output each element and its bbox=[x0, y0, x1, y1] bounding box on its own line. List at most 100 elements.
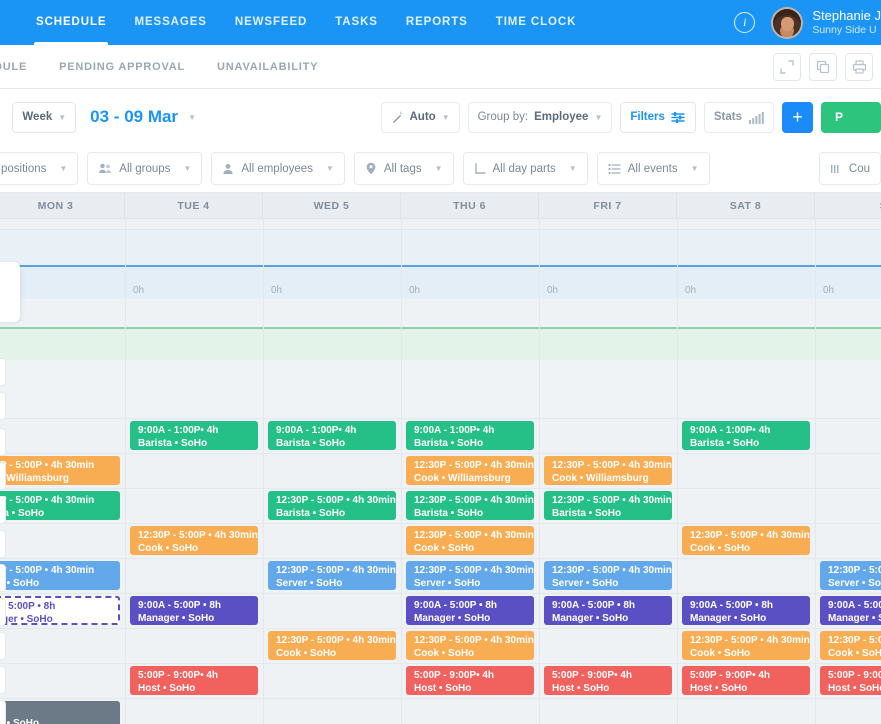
shift-card[interactable]: 12:30P - 5:00P • 4h 30min Server • SoHo bbox=[406, 561, 534, 590]
shift-card[interactable]: 12:30P - 5:00P • 4h 30min Barista • SoHo bbox=[544, 491, 672, 520]
user-org: Sunny Side U bbox=[812, 23, 877, 36]
avatar[interactable] bbox=[771, 6, 804, 39]
stats-button[interactable]: Stats bbox=[703, 101, 774, 133]
shift-card[interactable]: 12:30P - 5:00P • 4h 30min Server • SoHo bbox=[544, 561, 672, 590]
shift-time: P - 5:00P • 4h 30min bbox=[0, 460, 95, 471]
shift-time: 12:30P - 5:00P • 4h 30min bbox=[552, 460, 672, 471]
shift-time: 12:30P - 5:00P bbox=[828, 635, 881, 646]
shift-card[interactable]: 12:30P - 5:00P • 4h 30min Barista • SoHo bbox=[268, 491, 396, 520]
shift-card[interactable]: 5:00P - 9:00P• 4h Host • SoHo bbox=[130, 666, 258, 695]
shift-card[interactable]: 12:30P - 5:00P • 4h 30min Cook • SoHo bbox=[406, 526, 534, 555]
overlay-strip bbox=[0, 632, 6, 660]
person-icon bbox=[222, 163, 234, 175]
shift-card[interactable]: 12:30P - 5:00P • 4h 30min Cook • Williams… bbox=[544, 456, 672, 485]
filter-all-day-parts[interactable]: All day parts ▼ bbox=[462, 152, 588, 185]
user-info[interactable]: Stephanie J Sunny Side U bbox=[812, 8, 881, 36]
group-by-select[interactable]: Group by: Employee ▼ bbox=[467, 101, 613, 133]
day-header-5[interactable]: SAT 8 bbox=[677, 193, 815, 219]
shift-card[interactable]: 12:30P - 5:00P • 4h 30min Server • SoHo bbox=[268, 561, 396, 590]
shift-card[interactable]: P - 5:00P • 4h 30min • Williamsburg bbox=[0, 456, 120, 485]
shift-card[interactable]: 12:30P - 5:00P • 4h 30min Cook • SoHo bbox=[406, 631, 534, 660]
shift-card[interactable]: 12:30P - 5:00P • 4h 30min Cook • SoHo bbox=[268, 631, 396, 660]
row-divider bbox=[0, 698, 881, 699]
view-select[interactable]: Week ▼ bbox=[12, 101, 77, 133]
date-range[interactable]: 03 - 09 Mar bbox=[90, 107, 178, 127]
info-icon[interactable]: i bbox=[734, 12, 756, 33]
count-toggle-button[interactable]: Cou bbox=[818, 152, 881, 185]
row-divider bbox=[0, 523, 881, 524]
shift-role: Manager • SoHo bbox=[552, 613, 629, 624]
sub-nav-tab-1[interactable]: PENDING APPROVAL bbox=[43, 61, 201, 73]
shift-card[interactable]: 9:00A - 5:00P • 8h Manager • SoHo bbox=[544, 596, 672, 625]
magic-wand-icon bbox=[392, 111, 402, 123]
shift-card[interactable]: 9:00A - 5:00P • 8h Manager • SoHo bbox=[130, 596, 258, 625]
top-nav-tab-schedule[interactable]: SCHEDULE bbox=[22, 0, 120, 45]
shift-time: 12:30P - 5:00P bbox=[828, 565, 881, 576]
shift-card[interactable]: 12:30P - 5:00P • 4h 30min Cook • SoHo bbox=[682, 631, 810, 660]
shift-card[interactable]: 9:00A - 1:00P• 4h Barista • SoHo bbox=[268, 421, 396, 450]
shift-time: 9:00A - 5:00P • 8h bbox=[138, 600, 221, 611]
shift-card[interactable]: yr • SoHo bbox=[0, 701, 120, 724]
shift-card[interactable]: P - 5:00P • 4h 30min r • SoHo bbox=[0, 561, 120, 590]
day-header-3[interactable]: THU 6 bbox=[401, 193, 539, 219]
filter-bar-right: Cou bbox=[818, 152, 881, 185]
day-header-4[interactable]: FRI 7 bbox=[539, 193, 677, 219]
filter-all-positions[interactable]: All positions ▼ bbox=[0, 152, 79, 185]
sub-nav-tab-0[interactable]: DULE bbox=[0, 61, 43, 73]
filter-all-employees[interactable]: All employees ▼ bbox=[211, 152, 345, 185]
shift-card[interactable]: 9:00A - 1:00P• 4h Barista • SoHo bbox=[682, 421, 810, 450]
shift-card[interactable]: 9:00A - 1:00P• 4h Barista • SoHo bbox=[406, 421, 534, 450]
shift-time: 9:00A - 5:00P • 8h bbox=[414, 600, 497, 611]
day-hours-total: 0h bbox=[271, 285, 283, 296]
shift-card[interactable]: 12:30P - 5:00P • 4h 30min Cook • SoHo bbox=[682, 526, 810, 555]
filter-all-groups[interactable]: All groups ▼ bbox=[87, 152, 203, 185]
date-range-chevron-icon[interactable]: ▼ bbox=[188, 113, 196, 122]
people-icon bbox=[98, 163, 112, 174]
publish-button[interactable]: P bbox=[821, 101, 881, 133]
shift-card[interactable]: 5:00P - 9:00P• 4h Host • SoHo bbox=[682, 666, 810, 695]
filter-label: All positions bbox=[0, 162, 47, 175]
shift-card[interactable]: 5:00P - 9:00P• Host • SoHo bbox=[820, 666, 881, 695]
shift-card[interactable]: 9:00A - 5:00P • Manager • So bbox=[820, 596, 881, 625]
fullscreen-icon[interactable] bbox=[773, 52, 801, 81]
shift-card[interactable]: 12:30P - 5:00P • 4h 30min Barista • SoHo bbox=[406, 491, 534, 520]
top-nav-tab-time-clock[interactable]: TIME CLOCK bbox=[482, 0, 591, 45]
filters-button[interactable]: Filters bbox=[620, 101, 696, 133]
shift-card[interactable]: 9:00A - 5:00P • 8h Manager • SoHo bbox=[406, 596, 534, 625]
day-header-0[interactable]: MON 3 bbox=[0, 193, 125, 219]
top-nav-tab-reports[interactable]: REPORTS bbox=[392, 0, 482, 45]
sub-nav-tab-2[interactable]: UNAVAILABILITY bbox=[201, 61, 334, 73]
filter-bar: All positions▼All groups▼All employees▼A… bbox=[0, 145, 881, 193]
day-hours-total: 0h bbox=[133, 285, 145, 296]
shift-time: 12:30P - 5:00P • 4h 30min bbox=[276, 565, 396, 576]
shift-card[interactable]: 5:00P - 9:00P• 4h Host • SoHo bbox=[544, 666, 672, 695]
filter-all-tags[interactable]: All tags ▼ bbox=[353, 152, 454, 185]
shift-card[interactable]: 12:30P - 5:00P • 4h 30min Cook • SoHo bbox=[130, 526, 258, 555]
copy-icon[interactable] bbox=[809, 52, 837, 81]
shift-card[interactable]: P - 5:00P • 4h 30min ta • SoHo bbox=[0, 491, 120, 520]
chevron-down-icon: ▼ bbox=[441, 112, 450, 122]
day-header-2[interactable]: WED 5 bbox=[263, 193, 401, 219]
shift-card[interactable]: 12:30P - 5:00P Cook • SoHo bbox=[820, 631, 881, 660]
top-nav-tab-newsfeed[interactable]: NEWSFEED bbox=[221, 0, 321, 45]
shift-card[interactable]: 12:30P - 5:00P • 4h 30min Cook • Williams… bbox=[406, 456, 534, 485]
left-overlay-panel bbox=[0, 262, 20, 322]
shift-card[interactable]: 12:30P - 5:00P Server • SoHo bbox=[820, 561, 881, 590]
top-nav-tab-messages[interactable]: MESSAGES bbox=[120, 0, 220, 45]
filter-all-events[interactable]: All events ▼ bbox=[596, 152, 710, 185]
shift-role: Host • SoHo bbox=[828, 683, 881, 694]
shift-card[interactable]: 9:00A - 1:00P• 4h Barista • SoHo bbox=[130, 421, 258, 450]
sub-navigation-bar: DULEPENDING APPROVALUNAVAILABILITY bbox=[0, 45, 881, 89]
overlay-strip bbox=[0, 666, 6, 694]
top-nav-tab-tasks[interactable]: TASKS bbox=[321, 0, 392, 45]
day-header-6[interactable]: S bbox=[815, 193, 881, 219]
auto-schedule-button[interactable]: Auto ▼ bbox=[380, 101, 460, 133]
column-divider bbox=[815, 219, 816, 724]
shift-card[interactable]: 5:00P - 9:00P• 4h Host • SoHo bbox=[406, 666, 534, 695]
shift-card[interactable]: - 5:00P • 8h ger • SoHo bbox=[0, 596, 120, 625]
day-header-1[interactable]: TUE 4 bbox=[125, 193, 263, 219]
add-shift-button[interactable]: + bbox=[782, 101, 813, 133]
shift-card[interactable]: 9:00A - 5:00P • 8h Manager • SoHo bbox=[682, 596, 810, 625]
row-divider bbox=[0, 663, 881, 664]
print-icon[interactable] bbox=[845, 52, 873, 81]
